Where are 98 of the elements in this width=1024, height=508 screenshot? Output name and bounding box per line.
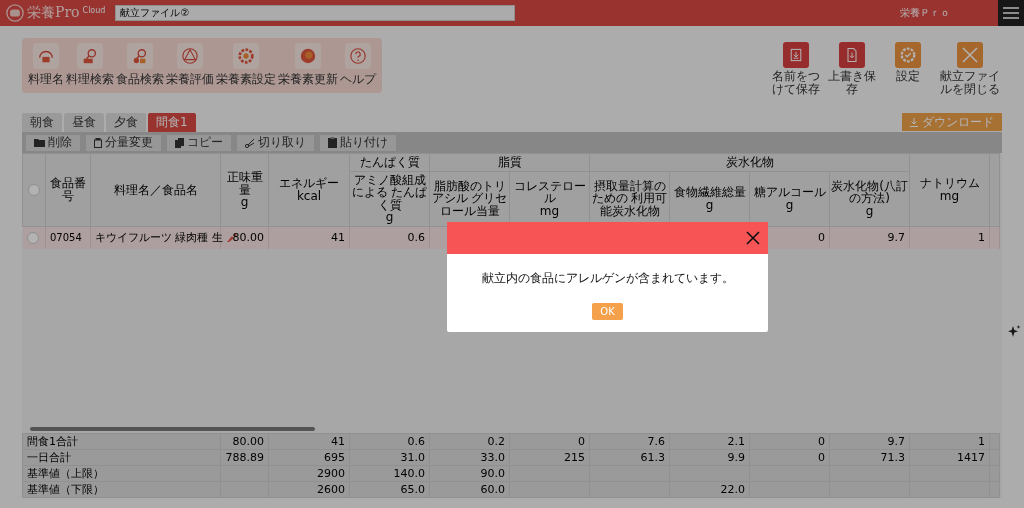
dialog-message: 献立内の食品にアレルゲンが含まれています。 bbox=[481, 270, 734, 287]
help-icon bbox=[349, 47, 367, 65]
logo-text: 栄養Pro bbox=[27, 4, 80, 22]
app-name: 栄養Ｐｒｏ bbox=[900, 6, 950, 20]
table-cell: 9.9 bbox=[727, 451, 745, 464]
table-cell: 9.7 bbox=[887, 231, 905, 245]
table-cell: 0.2 bbox=[487, 435, 505, 448]
table-cell: 33.0 bbox=[480, 451, 505, 464]
table-cell: 1 bbox=[978, 435, 985, 448]
group-header: たんぱく質 bbox=[349, 153, 430, 172]
table-cell: 61.3 bbox=[640, 451, 665, 464]
table-cell: 140.0 bbox=[393, 467, 425, 480]
table-cell: 31.0 bbox=[400, 451, 425, 464]
table-cell: 1417 bbox=[957, 451, 985, 464]
summary-label: 間食1合計 bbox=[27, 435, 78, 448]
column-header: アミノ酸組成による たんぱく質 g bbox=[349, 171, 430, 227]
scissors-icon bbox=[245, 137, 255, 148]
file-action-button[interactable]: 上書き保存 bbox=[826, 42, 878, 96]
table-cell: 788.89 bbox=[225, 451, 264, 464]
file-action-button[interactable]: 名前をつけて保存 bbox=[770, 42, 822, 96]
close-button[interactable] bbox=[744, 229, 762, 247]
edit-button[interactable]: コピー bbox=[167, 134, 231, 151]
toolbar-button[interactable]: ヘルプ bbox=[340, 43, 376, 88]
table-cell: 0 bbox=[818, 451, 825, 464]
toolbar-button[interactable]: 料理検索 bbox=[66, 43, 114, 88]
scrollbar-thumb[interactable] bbox=[30, 427, 315, 431]
jar-icon bbox=[94, 137, 102, 148]
gear-icon bbox=[237, 47, 255, 65]
group-header: 脂質 bbox=[429, 153, 590, 172]
logo-icon bbox=[6, 4, 24, 22]
table-cell: 41 bbox=[331, 435, 345, 448]
column-header: 食品番号 bbox=[45, 153, 91, 227]
column-header: エネルギー kcal bbox=[268, 153, 350, 227]
table-cell: 0 bbox=[578, 435, 585, 448]
food-name: キウイフルーツ 緑肉種 生 bbox=[95, 231, 223, 245]
summary-label: 基準値（上限） bbox=[27, 467, 104, 480]
settings-icon bbox=[899, 46, 917, 64]
toolbar-button[interactable]: 栄養評価 bbox=[166, 43, 214, 88]
meal-tab[interactable]: 間食1 bbox=[148, 113, 196, 132]
file-name-field[interactable]: 献立ファイル② bbox=[115, 5, 516, 21]
clipboard-icon bbox=[328, 137, 337, 148]
toolbar-button[interactable]: 料理名 bbox=[28, 43, 64, 88]
table-cell: 695 bbox=[324, 451, 345, 464]
edit-button[interactable]: 貼り付け bbox=[320, 134, 396, 151]
table-cell: 0.6 bbox=[407, 435, 425, 448]
document-icon bbox=[844, 47, 860, 63]
column-header: 料理名／食品名 bbox=[90, 153, 221, 227]
table-cell: 22.0 bbox=[720, 483, 745, 496]
logo-superscript-text: Cloud bbox=[82, 6, 106, 15]
food-code: 07054 bbox=[45, 226, 91, 249]
column-header: 炭水化物(八訂の方法) g bbox=[829, 171, 910, 227]
column-header: 正味重量 g bbox=[220, 153, 269, 227]
table-cell: 0.6 bbox=[407, 231, 425, 245]
summary-label: 一日合計 bbox=[27, 451, 71, 464]
table-cell: 2.1 bbox=[727, 435, 745, 448]
table-cell: 41 bbox=[331, 231, 345, 245]
search-icon bbox=[131, 47, 149, 65]
summary-label: 基準値（下限） bbox=[27, 483, 104, 496]
edit-button[interactable]: 削除 bbox=[26, 134, 80, 151]
table-cell: 0 bbox=[818, 231, 825, 245]
table-cell: 9.7 bbox=[887, 435, 905, 448]
toolbar-button[interactable]: 栄養素更新 bbox=[278, 43, 338, 88]
menu-button[interactable] bbox=[998, 0, 1024, 26]
table-cell: 80.00 bbox=[232, 231, 264, 245]
toolbar-button[interactable]: 食品検索 bbox=[116, 43, 164, 88]
save-icon bbox=[788, 47, 804, 63]
copy-icon bbox=[175, 137, 184, 148]
column-header: 糖アルコール g bbox=[749, 171, 830, 227]
select-all-radio[interactable] bbox=[28, 184, 40, 197]
table-cell: 80.00 bbox=[232, 435, 264, 448]
table-cell: 60.0 bbox=[480, 483, 505, 496]
toolbar-button[interactable]: 栄養素設定 bbox=[216, 43, 276, 88]
file-action-button[interactable]: 献立ファイルを閉じる bbox=[938, 42, 1002, 96]
search-icon bbox=[81, 47, 99, 65]
close-icon bbox=[746, 231, 760, 245]
meal-tab[interactable]: 昼食 bbox=[64, 113, 104, 132]
table-cell: 0 bbox=[818, 435, 825, 448]
column-header: ナトリウム mg bbox=[909, 153, 990, 227]
edit-button[interactable]: 分量変更 bbox=[86, 134, 161, 151]
table-cell: 2600 bbox=[317, 483, 345, 496]
file-action-button[interactable]: 設定 bbox=[882, 42, 934, 96]
edit-button[interactable]: 切り取り bbox=[237, 134, 314, 151]
table-cell: 1 bbox=[978, 231, 985, 245]
table-cell: 65.0 bbox=[400, 483, 425, 496]
table-cell: 2900 bbox=[317, 467, 345, 480]
table-cell: 90.0 bbox=[480, 467, 505, 480]
row-radio[interactable] bbox=[26, 231, 39, 244]
table-cell: 215 bbox=[564, 451, 585, 464]
folder-icon bbox=[34, 138, 45, 147]
close-icon bbox=[960, 45, 980, 65]
download-icon bbox=[910, 117, 918, 127]
meal-tab[interactable]: 夕食 bbox=[106, 113, 146, 132]
table-cell: 71.3 bbox=[880, 451, 905, 464]
circle-icon bbox=[299, 47, 317, 65]
table-cell: 7.6 bbox=[647, 435, 665, 448]
meal-tab[interactable]: 朝食 bbox=[22, 113, 62, 132]
menu-icon bbox=[1003, 7, 1019, 19]
group-header: 炭水化物 bbox=[589, 153, 910, 172]
